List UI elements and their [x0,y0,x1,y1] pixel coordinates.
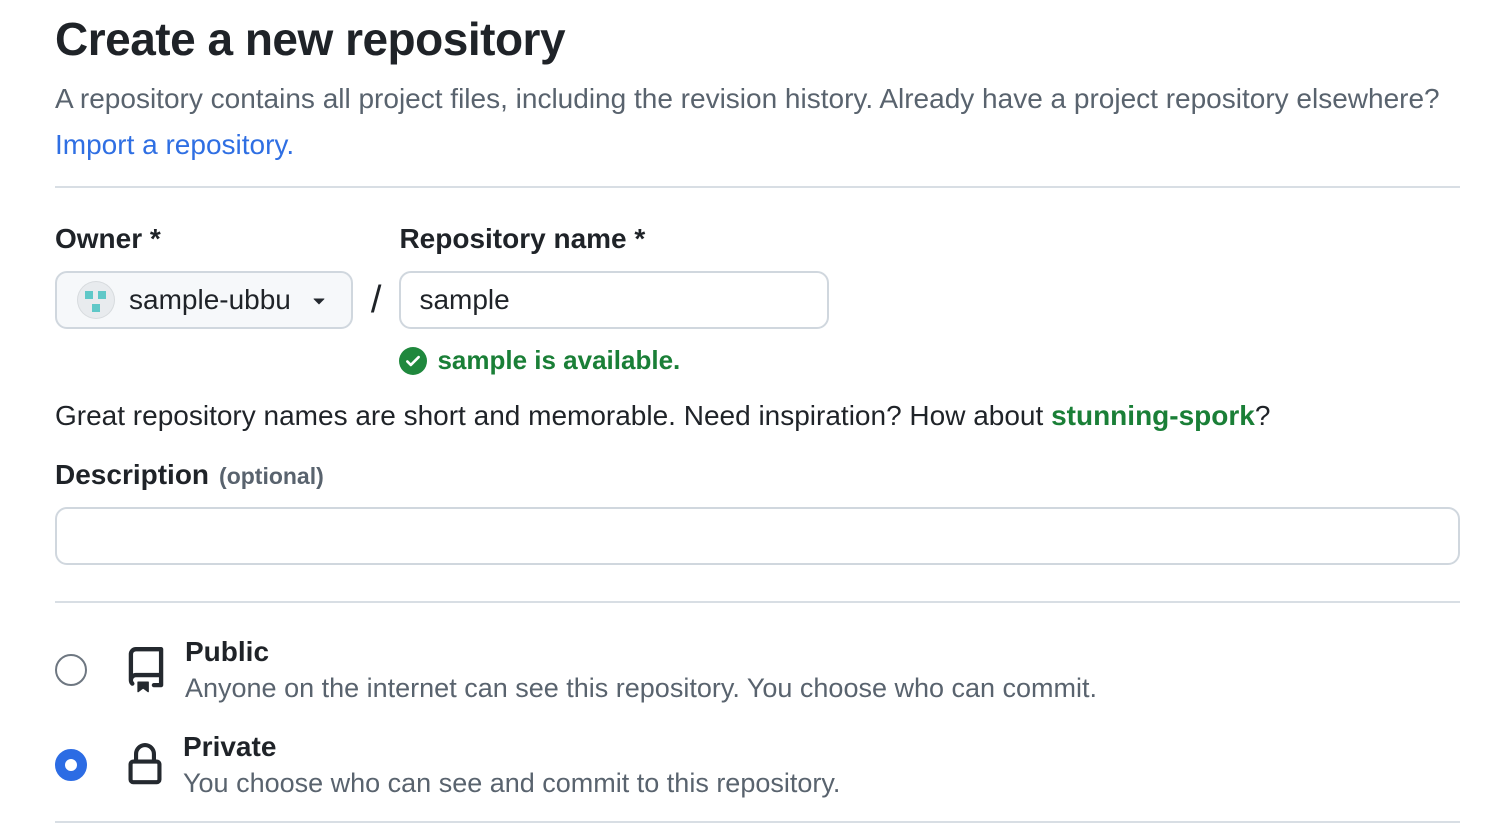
availability-message: sample is available. [437,345,680,376]
visibility-options: Public Anyone on the internet can see th… [55,635,1460,799]
divider-top [55,186,1460,188]
description-input[interactable] [55,507,1460,565]
repository-name-field: Repository name * sample is available. [399,222,829,376]
page-subtitle: A repository contains all project files,… [55,76,1460,122]
description-label: Description(optional) [55,459,324,490]
check-circle-icon [399,347,427,375]
private-option-title: Private [183,730,840,763]
private-option-description: You choose who can see and commit to thi… [183,768,840,799]
repository-name-label: Repository name * [399,222,829,255]
repository-name-input[interactable] [399,271,829,329]
page-title: Create a new repository [55,12,1460,66]
public-option-description: Anyone on the internet can see this repo… [185,673,1097,704]
owner-field: Owner * sample-ubbu [55,222,353,329]
owner-label: Owner * [55,222,353,255]
name-availability-status: sample is available. [399,345,829,376]
create-repository-page: Create a new repository A repository con… [0,0,1496,823]
optional-hint: (optional) [219,463,324,489]
owner-avatar-identicon [77,281,115,319]
owner-selected-value: sample-ubbu [129,284,291,316]
repo-icon [123,646,169,694]
suggested-name-link[interactable]: stunning-spork [1051,400,1255,431]
lock-icon [123,741,167,789]
required-asterisk: * [150,223,161,254]
divider-bottom [55,821,1460,823]
import-repository-link[interactable]: Import a repository. [55,122,294,168]
public-option-text: Public Anyone on the internet can see th… [185,635,1097,704]
private-radio[interactable] [55,749,87,781]
description-field: Description(optional) [55,458,1460,565]
name-suggestion-text: Great repository names are short and mem… [55,400,1460,432]
owner-repo-separator: / [371,271,382,329]
visibility-option-public[interactable]: Public Anyone on the internet can see th… [55,635,1460,704]
public-option-title: Public [185,635,1097,668]
owner-dropdown-button[interactable]: sample-ubbu [55,271,353,329]
triangle-down-icon [307,288,331,312]
divider-middle [55,601,1460,603]
required-asterisk: * [634,223,645,254]
public-radio[interactable] [55,654,87,686]
private-option-text: Private You choose who can see and commi… [183,730,840,799]
visibility-option-private[interactable]: Private You choose who can see and commi… [55,730,1460,799]
owner-repo-row: Owner * sample-ubbu / Repository name * [55,222,1460,376]
